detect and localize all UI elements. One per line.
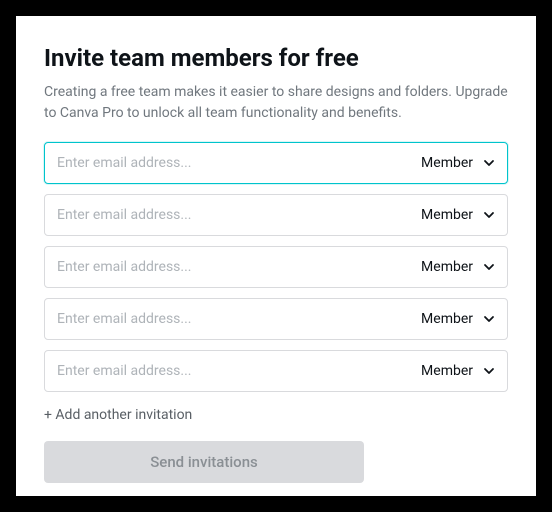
role-select[interactable]: Member [409, 311, 495, 327]
invite-row: Member [44, 142, 508, 184]
role-label: Member [421, 207, 473, 223]
invite-row: Member [44, 246, 508, 288]
role-label: Member [421, 155, 473, 171]
role-label: Member [421, 311, 473, 327]
email-input[interactable] [57, 311, 409, 327]
role-select[interactable]: Member [409, 155, 495, 171]
chevron-down-icon [483, 261, 495, 273]
email-input[interactable] [57, 363, 409, 379]
invite-team-modal: Invite team members for free Creating a … [16, 16, 536, 496]
role-select[interactable]: Member [409, 363, 495, 379]
invite-rows-container: Member Member Member Member Member [44, 142, 508, 392]
chevron-down-icon [483, 313, 495, 325]
email-input[interactable] [57, 207, 409, 223]
send-invitations-button[interactable]: Send invitations [44, 441, 364, 483]
role-select[interactable]: Member [409, 207, 495, 223]
modal-title: Invite team members for free [44, 44, 508, 72]
invite-row: Member [44, 298, 508, 340]
chevron-down-icon [483, 365, 495, 377]
invite-row: Member [44, 350, 508, 392]
chevron-down-icon [483, 157, 495, 169]
chevron-down-icon [483, 209, 495, 221]
invite-row: Member [44, 194, 508, 236]
role-select[interactable]: Member [409, 259, 495, 275]
email-input[interactable] [57, 259, 409, 275]
email-input[interactable] [57, 155, 409, 171]
role-label: Member [421, 259, 473, 275]
modal-description: Creating a free team makes it easier to … [44, 82, 508, 124]
add-another-button[interactable]: + Add another invitation [44, 405, 192, 425]
role-label: Member [421, 363, 473, 379]
